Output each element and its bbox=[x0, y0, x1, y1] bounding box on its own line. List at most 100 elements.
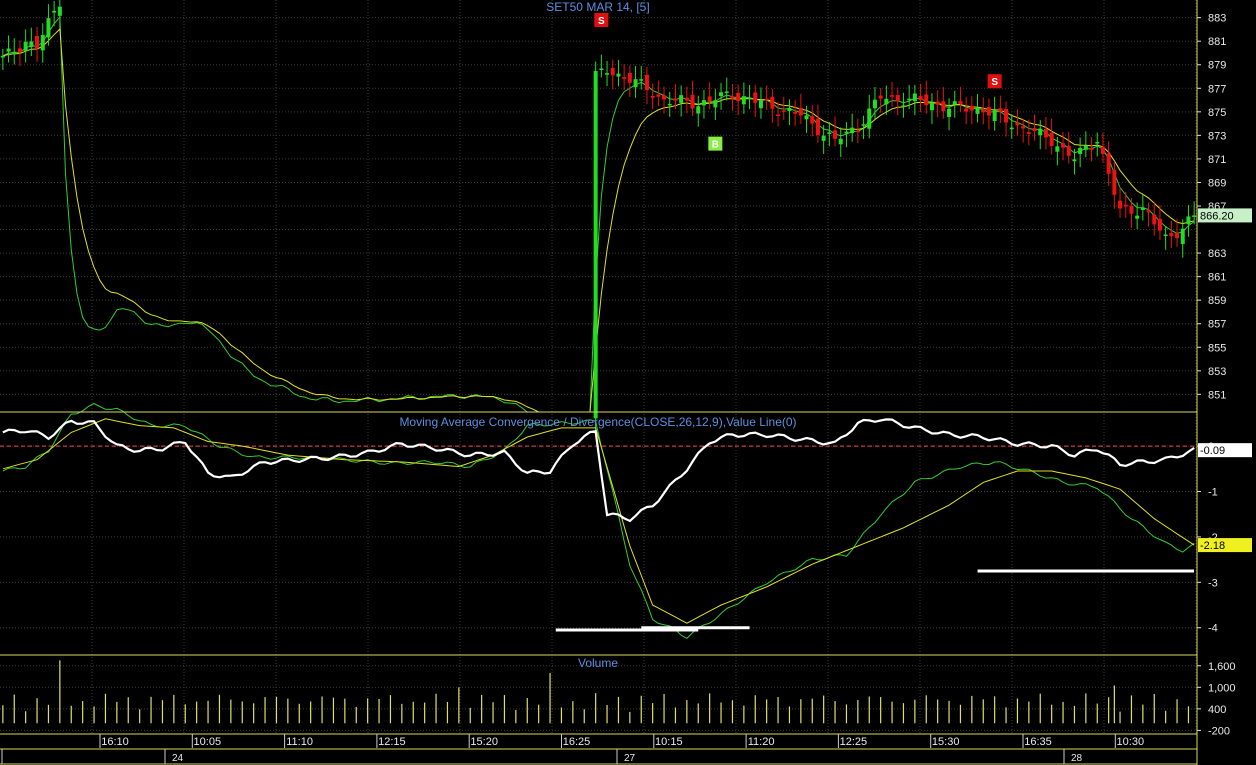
candle-body bbox=[713, 100, 718, 108]
candle-body bbox=[1135, 215, 1140, 219]
price-tick-label: 871 bbox=[1208, 154, 1226, 166]
candle-body bbox=[605, 73, 610, 75]
volume-tick-label: 1,600 bbox=[1208, 661, 1236, 673]
candle-body bbox=[952, 101, 957, 105]
candle-body bbox=[1175, 232, 1180, 239]
candle-body bbox=[1089, 148, 1094, 150]
candle-body bbox=[1021, 126, 1026, 129]
candle-body bbox=[1169, 233, 1174, 237]
candle-body bbox=[901, 105, 906, 107]
candle-body bbox=[918, 95, 923, 101]
candle-body bbox=[724, 91, 729, 94]
macd-tick-label: -1 bbox=[1208, 486, 1218, 498]
candle-body bbox=[924, 94, 929, 106]
candle-body bbox=[1026, 132, 1031, 134]
candle-body bbox=[644, 74, 649, 91]
candle-body bbox=[599, 68, 604, 70]
candle-body bbox=[719, 92, 724, 97]
candle-body bbox=[981, 109, 986, 113]
candle-body bbox=[872, 99, 877, 109]
candle-body bbox=[1095, 141, 1100, 144]
candle-body bbox=[730, 96, 735, 99]
candle-body bbox=[844, 131, 849, 134]
candle-body bbox=[1038, 128, 1043, 136]
price-tick-label: 859 bbox=[1208, 295, 1226, 307]
candle-body bbox=[707, 96, 712, 102]
macd-title: Moving Average Convergence / Divergence(… bbox=[399, 415, 796, 429]
price-tick-label: 861 bbox=[1208, 272, 1226, 284]
candle-body bbox=[1066, 145, 1071, 156]
candle-body bbox=[667, 103, 672, 106]
time-tick-label: 10:05 bbox=[194, 736, 222, 748]
candle-body bbox=[798, 107, 803, 116]
candle-body bbox=[1152, 214, 1157, 225]
candle-body bbox=[890, 95, 895, 97]
candle-body bbox=[1163, 234, 1168, 237]
candle-body bbox=[662, 95, 667, 100]
candle-body bbox=[650, 95, 655, 98]
candle-body bbox=[815, 118, 820, 136]
candle-body bbox=[673, 98, 678, 101]
price-tick-label: 881 bbox=[1208, 36, 1226, 48]
price-tick-label: 875 bbox=[1208, 107, 1226, 119]
candle-body bbox=[764, 98, 769, 101]
candle-body bbox=[35, 35, 40, 49]
candle-body bbox=[736, 92, 741, 102]
macd-value-label: -0.09 bbox=[1200, 445, 1225, 457]
candle-body bbox=[747, 97, 752, 100]
candle-body bbox=[821, 135, 826, 141]
candle-body bbox=[787, 108, 792, 112]
candle-body bbox=[610, 68, 615, 76]
volume-title: Volume bbox=[578, 656, 618, 670]
candle-body bbox=[827, 132, 832, 134]
candle-body bbox=[1078, 147, 1083, 154]
candle-body bbox=[929, 102, 934, 111]
price-tick-label: 863 bbox=[1208, 248, 1226, 260]
time-tick-label: 10:15 bbox=[655, 736, 683, 748]
candle-body bbox=[1140, 207, 1145, 210]
candle-body bbox=[29, 41, 34, 47]
candle-body bbox=[770, 96, 775, 109]
price-tick-label: 853 bbox=[1208, 366, 1226, 378]
price-tick-label: 851 bbox=[1208, 389, 1226, 401]
candle-body bbox=[23, 41, 28, 51]
candle-body bbox=[753, 92, 758, 103]
candle-body bbox=[1118, 200, 1123, 209]
candle-body bbox=[1043, 129, 1048, 138]
time-tick-label: 12:15 bbox=[378, 736, 406, 748]
buy-signal-label: B bbox=[712, 140, 719, 151]
day-label: 24 bbox=[172, 753, 184, 764]
candle-body bbox=[6, 48, 11, 52]
candle-body bbox=[1072, 159, 1077, 162]
candle-body bbox=[1123, 204, 1128, 207]
candle-body bbox=[838, 138, 843, 145]
candle-body bbox=[1186, 216, 1191, 225]
trading-chart[interactable]: S S B SET50 MAR 14, [5] Moving Average Con… bbox=[0, 0, 1256, 765]
candle-body bbox=[855, 130, 860, 133]
time-tick-label: 12:25 bbox=[840, 736, 868, 748]
candle-body bbox=[40, 34, 45, 51]
candle-body bbox=[656, 94, 661, 97]
candle-body bbox=[57, 6, 62, 16]
time-tick-label: 16:25 bbox=[563, 736, 591, 748]
time-tick-label: 16:35 bbox=[1024, 736, 1052, 748]
day-label: 28 bbox=[1071, 753, 1083, 764]
candle-body bbox=[1112, 169, 1117, 195]
candle-body bbox=[696, 106, 701, 114]
candle-body bbox=[1004, 109, 1009, 123]
time-tick-label: 16:10 bbox=[101, 736, 129, 748]
macd-tick-label: -3 bbox=[1208, 577, 1218, 589]
candle-body bbox=[804, 115, 809, 120]
candle-body bbox=[1009, 127, 1014, 130]
candle-body bbox=[947, 108, 952, 117]
candle-body bbox=[1049, 132, 1054, 146]
price-tick-label: 877 bbox=[1208, 83, 1226, 95]
candle-body bbox=[895, 95, 900, 102]
candle-body bbox=[810, 116, 815, 124]
candle-body bbox=[622, 77, 627, 79]
candle-body bbox=[12, 51, 17, 55]
price-tick-label: 855 bbox=[1208, 342, 1226, 354]
price-tick-label: 879 bbox=[1208, 60, 1226, 72]
price-tick-label: 873 bbox=[1208, 130, 1226, 142]
candle-body bbox=[1100, 146, 1105, 155]
